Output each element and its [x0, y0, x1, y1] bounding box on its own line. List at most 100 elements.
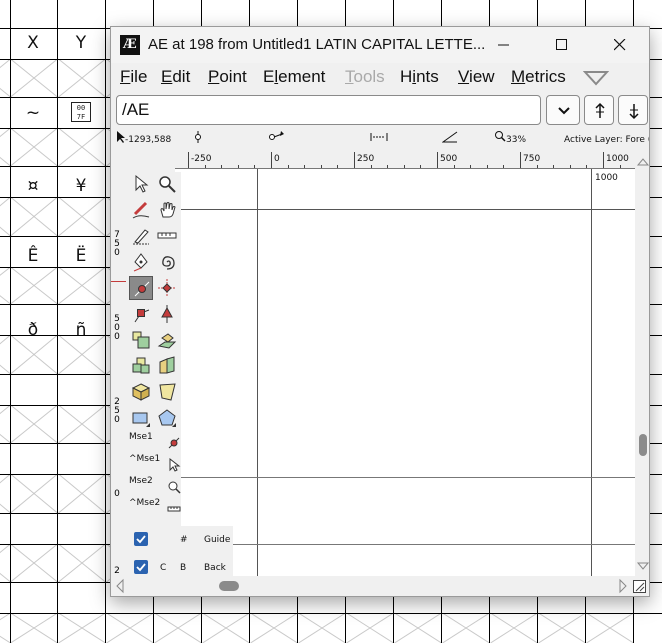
- ctrl-mouse2-tool-icon: [167, 506, 181, 512]
- menu-file[interactable]: File: [120, 67, 147, 87]
- advance-width-label: 1000: [595, 173, 618, 183]
- ruler-minor-tick: [371, 165, 372, 168]
- ctrl-mouse1-label: ^Mse1: [129, 454, 161, 464]
- knife-tool[interactable]: [129, 224, 153, 248]
- guide-layer-name[interactable]: Guide: [204, 535, 230, 545]
- maximize-icon: [556, 39, 567, 50]
- horizontal-scrollbar[interactable]: [111, 576, 646, 596]
- arrow-up-double-icon: [595, 102, 605, 118]
- corner-point-tool[interactable]: [129, 302, 153, 326]
- vertical-scroll-thumb[interactable]: [639, 434, 647, 456]
- font-view-glyph[interactable]: Y: [57, 33, 105, 53]
- ruler-minor-tick: [553, 165, 554, 168]
- arrow-down-double-icon: [629, 104, 639, 120]
- close-button[interactable]: [597, 27, 643, 63]
- skew-tool[interactable]: [155, 354, 179, 378]
- prev-glyph-button[interactable]: [618, 95, 648, 125]
- ruler-minor-tick: [288, 165, 289, 168]
- menu-hints[interactable]: Hints: [400, 67, 439, 87]
- menu-edit[interactable]: Edit: [161, 67, 190, 87]
- zoom-level: 33%: [506, 135, 527, 145]
- title-bar[interactable]: Æ AE at 198 from Untitled1 LATIN CAPITAL…: [111, 27, 649, 63]
- menu-tools: Tools: [345, 67, 385, 86]
- font-view-glyph[interactable]: X: [9, 33, 57, 53]
- glyph-history-dropdown[interactable]: [546, 95, 580, 125]
- menu-element[interactable]: Element: [263, 67, 325, 87]
- ruler-tool[interactable]: [155, 224, 179, 248]
- maximize-button[interactable]: [539, 27, 585, 63]
- polygon-tool[interactable]: [155, 406, 179, 430]
- corner-point-icon: [134, 309, 150, 323]
- horizontal-scroll-thumb[interactable]: [219, 581, 239, 591]
- font-view-glyph[interactable]: ð: [9, 320, 57, 340]
- cursor-coordinates: -1293,588: [125, 135, 172, 145]
- resize-grip-icon[interactable]: [633, 580, 647, 594]
- scale-tool[interactable]: [129, 328, 153, 352]
- ruler-minor-tick: [537, 165, 538, 168]
- ruler-minor-tick: [487, 165, 488, 168]
- menu-point[interactable]: Point: [208, 67, 247, 87]
- spiral-icon: [162, 256, 175, 270]
- magnifier-icon: [159, 176, 176, 193]
- glyph-name-input[interactable]: /AE: [116, 95, 541, 125]
- ruler-minor-tick: [387, 165, 388, 168]
- ruler-tick-label: -250: [191, 154, 212, 164]
- ruler-minor-tick: [570, 165, 571, 168]
- tangent-point-tool[interactable]: [155, 302, 179, 326]
- info-row: -1293,588 33% Active Layer: Fore (F: [111, 128, 649, 150]
- missing-glyph-box: 00 7F: [71, 102, 91, 122]
- ruler-minor-tick: [321, 165, 322, 168]
- font-view-glyph[interactable]: ¥: [57, 176, 105, 196]
- relative-point-icon: [269, 131, 284, 140]
- menu-bar: File Edit Point Element Tools Hints View…: [111, 63, 649, 93]
- back-layer-checkbox[interactable]: [134, 560, 148, 574]
- glyph-canvas[interactable]: 1000: [175, 169, 635, 576]
- ctrl-mouse2-label: ^Mse2: [129, 498, 161, 508]
- pointer-tool[interactable]: [129, 172, 153, 196]
- cube-icon: [131, 383, 151, 401]
- pen-tool[interactable]: [129, 250, 153, 274]
- pentagon-icon: [158, 409, 176, 427]
- menu-view[interactable]: View: [458, 67, 495, 87]
- font-view-glyph[interactable]: ñ: [57, 320, 105, 340]
- arrow-pointer-icon: [135, 174, 149, 193]
- back-layer-name[interactable]: Back: [204, 563, 226, 573]
- vertical-scrollbar[interactable]: [635, 152, 649, 576]
- scroll-tool[interactable]: [155, 198, 179, 222]
- font-view-glyph[interactable]: ~: [9, 103, 57, 123]
- font-view-glyph[interactable]: ¤: [9, 176, 57, 196]
- curve-point-tool[interactable]: [129, 276, 153, 300]
- perspective-tool[interactable]: [155, 380, 179, 404]
- chevron-down-icon: [558, 107, 570, 115]
- ruler-minor-tick: [404, 165, 405, 168]
- ruler-minor-tick: [337, 165, 338, 168]
- rectangle-tool[interactable]: [129, 406, 153, 430]
- ruler-minor-tick: [470, 165, 471, 168]
- mouse2-label: Mse2: [129, 476, 153, 486]
- ctrl-mouse1-tool-icon: [169, 458, 181, 472]
- rotate-icon: [132, 357, 150, 374]
- menu-metrics[interactable]: Metrics: [511, 67, 566, 87]
- hv-curve-point-tool[interactable]: [155, 276, 179, 300]
- perspective-3d-tool[interactable]: [129, 380, 153, 404]
- ruler-minor-tick: [205, 165, 206, 168]
- font-view-glyph[interactable]: Ê: [9, 246, 57, 266]
- minimize-icon: [498, 44, 509, 46]
- rotate-tool[interactable]: [129, 354, 153, 378]
- minimize-button[interactable]: [481, 27, 527, 63]
- ruler-major-tick: [188, 152, 189, 168]
- menu-overflow-icon[interactable]: [583, 70, 609, 86]
- window-title: AE at 198 from Untitled1 LATIN CAPITAL L…: [148, 36, 486, 53]
- magnify-tool[interactable]: [155, 172, 179, 196]
- flip-tool[interactable]: [155, 328, 179, 352]
- curve-point-icon: [134, 281, 150, 297]
- pencil-icon: [132, 201, 150, 219]
- font-view-glyph[interactable]: Ë: [57, 246, 105, 266]
- freehand-tool[interactable]: [129, 198, 153, 222]
- ruler-major-tick: [354, 152, 355, 168]
- guide-layer-checkbox[interactable]: [134, 532, 148, 546]
- scale-icon: [132, 331, 150, 349]
- spiro-tool[interactable]: [155, 250, 179, 274]
- next-glyph-button[interactable]: [584, 95, 614, 125]
- ruler-minor-tick: [304, 165, 305, 168]
